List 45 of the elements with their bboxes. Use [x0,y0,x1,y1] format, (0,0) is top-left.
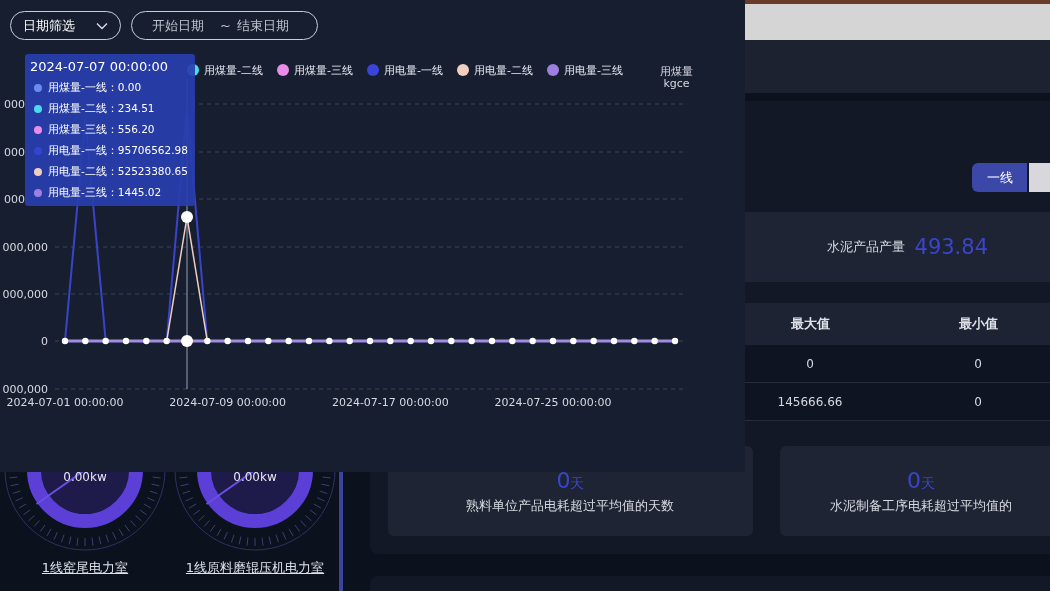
axis-unit: kgce [663,78,690,90]
card-label: 熟料单位产品电耗超过平均值的天数 [466,496,675,515]
legend-item[interactable]: 用煤量-三线 [277,61,353,79]
line-tab[interactable]: 一线 [972,163,1027,192]
card-label: 水泥制备工序电耗超过平均值的 [829,496,1012,515]
card-value: 493.84 [914,235,988,259]
tooltip-value: 用电量-一线：95706562.98 [48,144,188,158]
tooltip-value: 用煤量-二线：234.51 [48,102,155,116]
range-separator: ~ [220,18,231,33]
start-date-field[interactable]: 开始日期 [152,18,214,33]
chevron-down-icon [96,21,108,30]
axis-title: 用煤量 [660,66,693,78]
room-link[interactable]: 1线原料磨辊压机电力室 [185,560,325,576]
tooltip-value: 用电量-二线：52523380.65 [48,165,188,179]
x-axis-label: 2024-07-01 00:00:00 [6,396,124,409]
day-unit: 天 [920,474,935,493]
y-axis-label: 0 [41,335,48,348]
card-label: 水泥产品产量 [826,238,905,256]
table-cell-text: 0 [973,356,983,371]
x-axis-label: 2024-07-09 00:00:00 [169,396,287,409]
room-link[interactable]: 1线窑尾电力室 [41,560,129,576]
y-axis-label: 000,000 [2,241,48,254]
table-cell-text: 0 [805,356,815,371]
day-count: 0 [556,467,571,493]
legend-item[interactable]: 用电量-一线 [366,61,443,79]
end-date-field[interactable]: 结束日期 [236,18,299,33]
day-count: 0 [906,467,921,493]
y-axis-label: 000,000 [2,383,48,396]
legend-item[interactable]: 用电量-二线 [456,61,533,79]
tooltip-value: 用煤量-一线：0.00 [48,81,142,95]
tooltip-value: 用电量-三线：1445.02 [48,186,162,200]
table-cell-text: 145666.66 [776,394,844,409]
day-unit: 天 [570,474,585,493]
tooltip-value: 用煤量-三线：556.20 [48,123,155,137]
table-cell-text: 0 [973,394,983,409]
x-axis-label: 2024-07-17 00:00:00 [331,396,449,409]
y-axis-label: 000 [4,146,25,159]
legend-item[interactable]: 用电量-三线 [546,61,623,79]
y-axis-label: 000 [4,98,25,111]
y-axis-label: 000 [4,193,25,206]
column-header: 最大值 [789,315,831,333]
tooltip-title: 2024-07-07 00:00:00 [30,59,170,74]
column-header: 最小值 [957,315,999,333]
y-axis-label: 000,000 [2,288,48,301]
x-axis-label: 2024-07-25 00:00:00 [494,396,612,409]
